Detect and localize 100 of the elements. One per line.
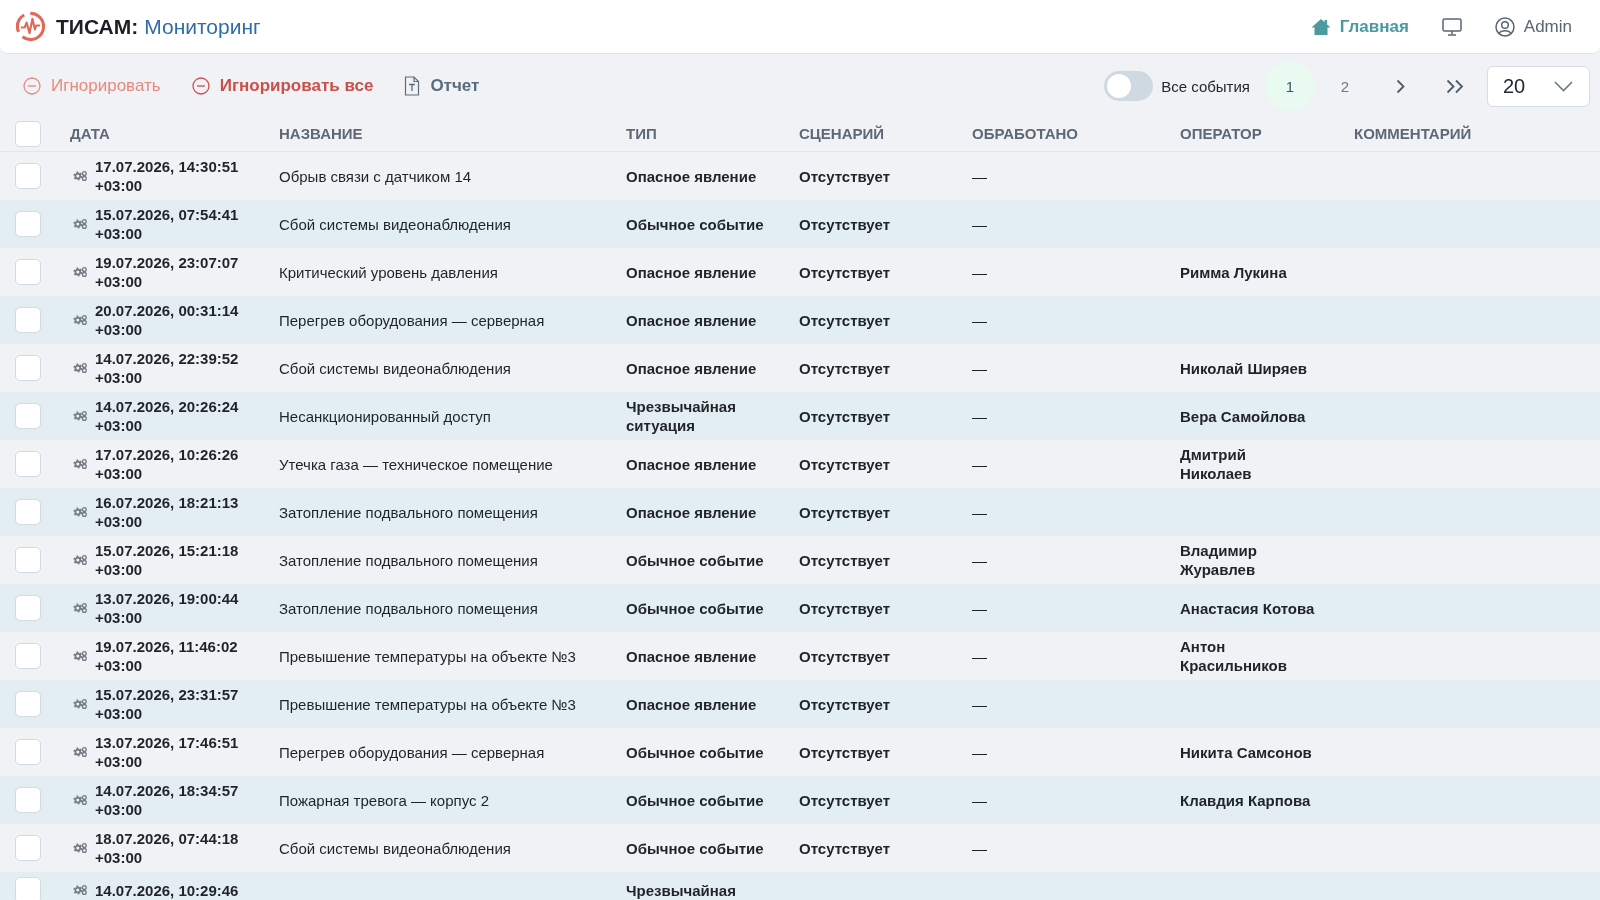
minus-circle-icon [23,77,41,95]
column-header[interactable]: НАЗВАНИЕ [279,124,363,142]
row-checkbox[interactable] [15,787,41,813]
home-icon [1310,17,1331,36]
gears-icon [73,651,87,661]
scenario-text: Отсутствует [799,695,890,713]
user-menu-button[interactable]: Admin [1494,16,1572,37]
event-type: Опасное явление [626,167,757,185]
row-checkbox[interactable] [15,835,41,861]
home-link[interactable]: Главная [1310,16,1409,37]
row-checkbox[interactable] [15,547,41,573]
scenario-text: Отсутствует [799,167,890,185]
event-type: Опасное явление [626,311,757,329]
gears-icon [73,507,87,517]
app-name: ТИСАМ: [56,14,139,39]
date-text: 19.07.2026, 23:07:07 +03:00 [95,253,240,291]
row-checkbox[interactable] [15,499,41,525]
row-checkbox[interactable] [15,739,41,765]
gears-icon [73,267,87,277]
processed-text: — [972,359,987,377]
event-type: Опасное явление [626,647,757,665]
column-header[interactable]: ТИП [626,124,657,142]
date-text: 14.07.2026, 22:39:52 +03:00 [95,349,240,387]
date-text: 13.07.2026, 19:00:44 +03:00 [95,589,240,627]
gears-icon [73,885,87,895]
gears-icon [73,219,87,229]
event-type: Опасное явление [626,503,757,521]
date-text: 19.07.2026, 11:46:02 +03:00 [95,637,239,675]
event-name: Обрыв связи с датчиком 14 [279,167,472,185]
date-text: 15.07.2026, 23:31:57 +03:00 [95,685,240,723]
processed-text: — [972,503,987,521]
event-name: Перегрев оборудования — серверная [279,743,545,761]
operator-name: Римма Лукина [1180,263,1287,281]
monitor-button[interactable] [1441,17,1462,36]
row-checkbox[interactable] [15,595,41,621]
scenario-text: Отсутствует [799,359,890,377]
operator-name: Владимир Журавлев [1180,542,1257,578]
processed-text: — [972,743,987,761]
page-button[interactable]: 1 [1265,61,1315,111]
double-chevron-right-icon [1446,78,1464,94]
event-name: Затопление подвального помещения [279,599,538,617]
processed-text: — [972,551,987,569]
column-header[interactable]: СЦЕНАРИЙ [799,124,885,142]
event-type: Обычное событие [626,743,764,761]
column-header[interactable]: ОБРАБОТАНО [972,124,1078,142]
gears-icon [73,699,87,709]
event-name: Превышение температуры на объекте №3 [279,695,576,713]
gears-icon [73,411,87,421]
processed-text: — [972,455,987,473]
row-checkbox[interactable] [15,163,41,189]
section-title: Мониторинг [144,14,261,39]
column-header[interactable]: ОПЕРАТОР [1180,124,1262,142]
row-checkbox[interactable] [15,691,41,717]
event-name: Превышение температуры на объекте №3 [279,647,576,665]
event-type: Обычное событие [626,551,764,569]
scenario-text: Отсутствует [799,647,890,665]
processed-text: — [972,167,987,185]
toggle-label: Все события [1161,77,1250,95]
operator-name: Вера Самойлова [1180,407,1306,425]
ignore-button[interactable]: Игнорировать все [191,76,374,96]
column-header[interactable]: КОММЕНТАРИЙ [1354,124,1472,142]
event-name: Утечка газа — техническое помещение [279,455,553,473]
date-text: 14.07.2026, 18:34:57 +03:00 [95,781,240,819]
user-icon [1494,16,1515,37]
chevron-right-icon [1395,78,1405,94]
date-text: 16.07.2026, 18:21:13 +03:00 [95,493,240,531]
gears-icon [73,555,87,565]
event-name: Затопление подвального помещения [279,551,538,569]
document-icon [404,76,421,96]
row-checkbox[interactable] [15,307,41,333]
minus-circle-icon [191,77,210,95]
event-type: Чрезвычайная ситуация [626,398,736,434]
report-button[interactable]: Отчет [404,76,480,96]
scenario-text: Отсутствует [799,407,890,425]
row-checkbox[interactable] [15,355,41,381]
event-name: Сбой системы видеонаблюдения [279,839,511,857]
event-type: Чрезвычайная [626,881,736,899]
page-button[interactable]: 2 [1320,61,1370,111]
processed-text: — [972,647,987,665]
scenario-text: Отсутствует [799,791,890,809]
select-all-checkbox[interactable] [15,120,41,147]
column-header[interactable]: ДАТА [70,124,110,142]
event-type: Опасное явление [626,263,757,281]
page-size-select[interactable]: 20 [1487,65,1590,107]
row-checkbox[interactable] [15,643,41,669]
toggle-switch[interactable] [1104,71,1154,101]
date-text: 14.07.2026, 10:29:46 [95,880,239,900]
event-name: Сбой системы видеонаблюдения [279,215,511,233]
date-text: 13.07.2026, 17:46:51 +03:00 [95,733,240,771]
row-checkbox[interactable] [15,451,41,477]
gears-icon [73,459,87,469]
operator-name: Анастасия Котова [1180,599,1315,617]
event-name: Сбой системы видеонаблюдения [279,359,511,377]
row-checkbox[interactable] [15,211,41,237]
row-checkbox[interactable] [15,259,41,285]
gears-icon [73,363,87,373]
event-type: Опасное явление [626,695,757,713]
row-checkbox[interactable] [15,403,41,429]
row-checkbox[interactable] [15,877,41,900]
operator-name: Никита Самсонов [1180,743,1312,761]
